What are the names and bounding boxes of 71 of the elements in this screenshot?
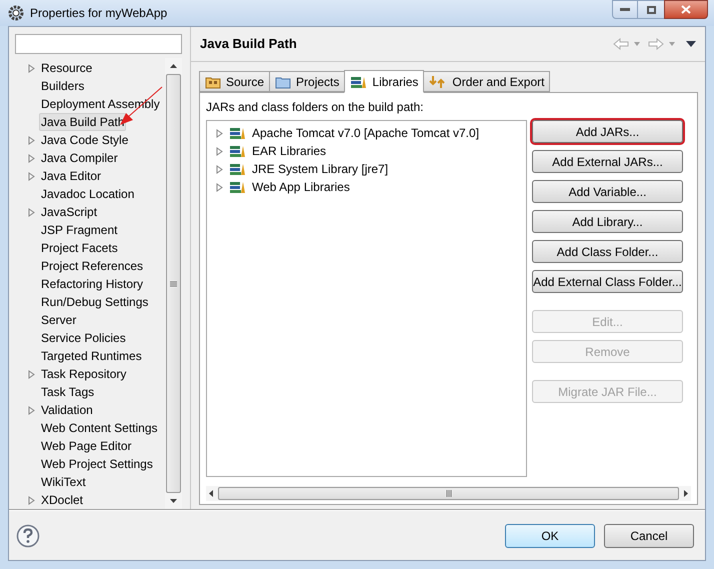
sidebar-item[interactable]: Builders: [39, 77, 86, 95]
sidebar-item[interactable]: WikiText: [39, 473, 88, 491]
sidebar-item[interactable]: Project References: [39, 257, 146, 275]
back-arrow-icon[interactable]: [613, 38, 629, 50]
sidebar-item[interactable]: Resource: [39, 59, 94, 77]
window-title: Properties for myWebApp: [30, 5, 168, 22]
action-button[interactable]: Add External Class Folder...: [532, 270, 683, 293]
tab[interactable]: Projects: [269, 71, 346, 92]
sidebar-item[interactable]: Service Policies: [39, 329, 128, 347]
arrows-icon: [429, 74, 448, 88]
sidebar-item[interactable]: Refactoring History: [39, 275, 146, 293]
forward-arrow-icon[interactable]: [648, 38, 664, 50]
action-button[interactable]: Add Variable...: [532, 180, 683, 203]
dropdown-icon[interactable]: [667, 41, 677, 47]
action-button[interactable]: Add JARs...: [532, 120, 683, 143]
sidebar-item[interactable]: JSP Fragment: [39, 221, 120, 239]
tab[interactable]: Order and Export: [423, 71, 550, 92]
sidebar-item[interactable]: Targeted Runtimes: [39, 347, 144, 365]
books-icon: [229, 180, 246, 194]
expand-arrow-icon[interactable]: [28, 64, 35, 72]
sidebar-item[interactable]: Web Page Editor: [39, 437, 134, 455]
page-title: Java Build Path: [200, 35, 297, 54]
close-icon: [681, 5, 691, 14]
grip-icon: [446, 490, 452, 497]
expand-arrow-icon[interactable]: [28, 406, 35, 414]
grip-icon: [170, 280, 177, 286]
sidebar-item[interactable]: Web Content Settings: [39, 419, 160, 437]
sidebar-item[interactable]: Javadoc Location: [39, 185, 136, 203]
sidebar-item[interactable]: Web Project Settings: [39, 455, 155, 473]
sidebar-item[interactable]: Java Editor: [39, 167, 104, 185]
sidebar-item[interactable]: JavaScript: [39, 203, 100, 221]
filter-field[interactable]: [15, 34, 182, 54]
sidebar-item[interactable]: Run/Debug Settings: [39, 293, 150, 311]
expand-arrow-icon[interactable]: [28, 496, 35, 504]
horizontal-scrollbar[interactable]: [206, 486, 691, 501]
minimize-button[interactable]: [612, 0, 638, 19]
books-icon: [229, 144, 246, 158]
sidebar-item[interactable]: Validation: [39, 401, 95, 419]
tab[interactable]: Source: [199, 71, 270, 92]
close-button[interactable]: [664, 0, 708, 19]
sidebar-item[interactable]: Java Compiler: [39, 149, 120, 167]
books-icon: [229, 162, 246, 176]
list-label: JARs and class folders on the build path:: [206, 99, 424, 116]
expand-arrow-icon[interactable]: [28, 370, 35, 378]
sidebar-item[interactable]: XDoclet: [39, 491, 86, 509]
menu-icon[interactable]: [685, 40, 697, 48]
action-button[interactable]: Add External JARs...: [532, 150, 683, 173]
dialog-button[interactable]: OK: [505, 524, 595, 548]
sidebar-item[interactable]: Project Facets: [39, 239, 120, 257]
tab[interactable]: Libraries: [344, 70, 424, 93]
expand-arrow-icon[interactable]: [28, 208, 35, 216]
sidebar-item[interactable]: Server: [39, 311, 78, 329]
sidebar-item[interactable]: Task Tags: [39, 383, 96, 401]
library-item[interactable]: Apache Tomcat v7.0 [Apache Tomcat v7.0]: [252, 124, 480, 142]
maximize-button[interactable]: [638, 0, 664, 19]
books-icon: [350, 74, 368, 88]
sidebar-item[interactable]: Java Code Style: [39, 131, 130, 149]
help-icon[interactable]: [16, 524, 40, 548]
sidebar-item[interactable]: Task Repository: [39, 365, 128, 383]
library-item[interactable]: JRE System Library [jre7]: [252, 160, 388, 178]
gear-icon: [8, 5, 24, 21]
library-item[interactable]: EAR Libraries: [252, 142, 326, 160]
folder-icon: [205, 74, 221, 88]
vertical-scrollbar[interactable]: [165, 58, 182, 509]
dialog-button[interactable]: Cancel: [604, 524, 694, 548]
dropdown-icon[interactable]: [632, 41, 642, 47]
action-button[interactable]: Add Class Folder...: [532, 240, 683, 263]
books-icon: [229, 126, 246, 140]
action-button[interactable]: Add Library...: [532, 210, 683, 233]
library-item[interactable]: Web App Libraries: [252, 178, 350, 196]
folder-icon: [275, 74, 292, 88]
